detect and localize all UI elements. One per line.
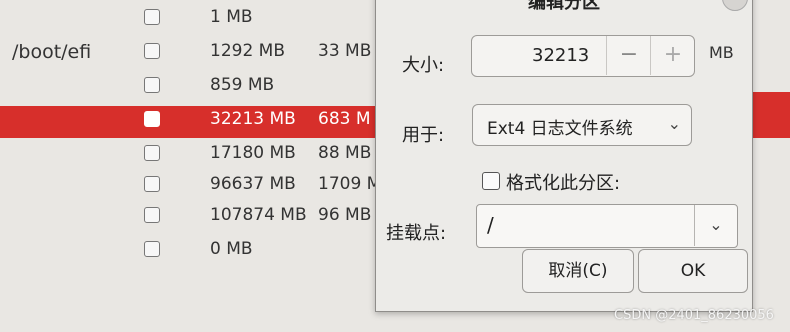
dialog-title: 编辑分区: [528, 0, 600, 13]
filesystem-select[interactable]: Ext4 日志文件系统 ⌄: [472, 104, 692, 146]
partition-size: 1 MB: [210, 7, 253, 27]
format-checkbox[interactable]: [144, 77, 160, 93]
partition-size: 17180 MB: [210, 143, 296, 163]
format-checkbox[interactable]: [144, 43, 160, 59]
partition-size: 96637 MB: [210, 174, 296, 194]
chevron-down-icon[interactable]: ⌄: [694, 205, 737, 246]
mount-point: /boot/efi: [12, 41, 92, 63]
partition-used: 88 MB: [318, 143, 372, 163]
size-input[interactable]: 32213: [532, 45, 589, 66]
partition-used: 683 M: [318, 109, 371, 129]
partition-size: 32213 MB: [210, 109, 296, 129]
partition-size: 107874 MB: [210, 205, 307, 225]
format-partition-label: 格式化此分区:: [506, 173, 621, 194]
partition-used: 96 MB: [318, 205, 372, 225]
partition-used: 33 MB: [318, 41, 372, 61]
format-partition-checkbox[interactable]: [482, 172, 500, 190]
size-spinbutton[interactable]: 32213 − +: [471, 35, 695, 77]
partition-size: 1292 MB: [210, 41, 285, 61]
chevron-down-icon: ⌄: [667, 114, 681, 133]
format-checkbox[interactable]: [144, 207, 160, 223]
filesystem-value: Ext4 日志文件系统: [487, 119, 633, 139]
format-checkbox[interactable]: [144, 176, 160, 192]
format-checkbox[interactable]: [144, 9, 160, 25]
use-as-label: 用于:: [402, 125, 445, 146]
mount-point-input[interactable]: /: [487, 213, 494, 237]
format-checkbox[interactable]: [144, 145, 160, 161]
size-label: 大小:: [402, 55, 445, 76]
decrease-button[interactable]: −: [606, 36, 651, 75]
partition-used: 1709 M: [318, 174, 382, 194]
edit-partition-dialog: 编辑分区 大小: 32213 − + MB 用于: Ext4 日志文件系统 ⌄ …: [375, 0, 753, 312]
partition-size: 859 MB: [210, 75, 275, 95]
increase-button[interactable]: +: [650, 36, 695, 75]
format-checkbox[interactable]: [144, 241, 160, 257]
mount-point-combobox[interactable]: / ⌄: [476, 204, 738, 248]
watermark: CSDN @2401_86230056: [614, 308, 774, 323]
size-unit: MB: [709, 43, 734, 62]
ok-button[interactable]: OK: [638, 249, 748, 293]
partition-size: 0 MB: [210, 239, 253, 259]
format-checkbox[interactable]: [144, 111, 160, 127]
cancel-button[interactable]: 取消(C): [522, 249, 634, 293]
mount-point-label: 挂载点:: [386, 223, 447, 244]
